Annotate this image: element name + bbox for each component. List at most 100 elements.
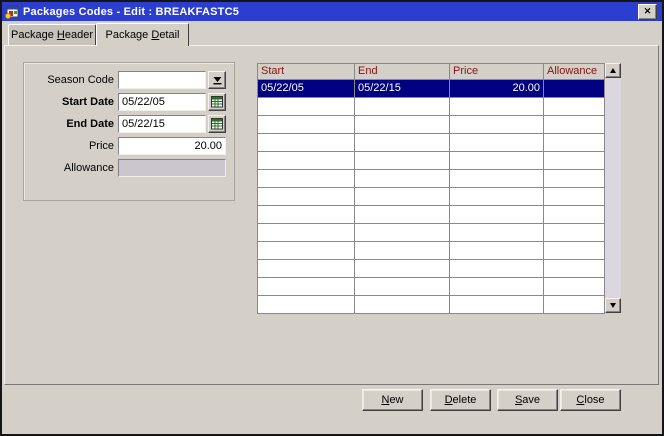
packages-codes-window: Packages Codes - Edit : BREAKFASTC5 ✕ Pa… <box>0 0 664 436</box>
grid-row[interactable]: 05/22/0505/22/1520.00 <box>258 80 605 98</box>
tab-package-header[interactable]: Package Header <box>8 24 96 45</box>
save-button[interactable]: Save <box>497 389 558 411</box>
grid-cell[interactable] <box>544 242 605 260</box>
calendar-icon <box>211 118 223 130</box>
allowance-input <box>118 159 226 177</box>
grid-cell[interactable] <box>355 98 450 116</box>
grid-cell[interactable] <box>450 152 544 170</box>
grid-cell[interactable] <box>544 278 605 296</box>
grid-cell[interactable] <box>258 224 355 242</box>
grid-cell[interactable] <box>450 116 544 134</box>
grid-cell[interactable] <box>258 206 355 224</box>
grid-cell[interactable] <box>355 170 450 188</box>
grid-cell[interactable] <box>450 206 544 224</box>
close-window-button[interactable]: Close <box>560 389 621 411</box>
calendar-icon <box>211 96 223 108</box>
dropdown-arrow-icon <box>213 75 222 85</box>
grid-row[interactable] <box>258 260 605 278</box>
allowance-label: Allowance <box>29 159 114 177</box>
grid-row[interactable] <box>258 242 605 260</box>
scrollbar-track[interactable] <box>605 63 621 313</box>
grid-row[interactable] <box>258 98 605 116</box>
grid-cell[interactable] <box>544 116 605 134</box>
grid-cell[interactable] <box>544 296 605 314</box>
delete-button[interactable]: Delete <box>430 389 491 411</box>
grid-cell[interactable] <box>450 224 544 242</box>
grid-cell[interactable] <box>544 98 605 116</box>
grid-cell[interactable] <box>258 260 355 278</box>
grid-row[interactable] <box>258 278 605 296</box>
grid-cell[interactable] <box>355 296 450 314</box>
grid-row[interactable] <box>258 134 605 152</box>
app-icon <box>5 5 19 19</box>
grid-cell[interactable] <box>355 278 450 296</box>
grid-cell[interactable] <box>450 260 544 278</box>
grid-cell[interactable]: 20.00 <box>450 80 544 98</box>
scroll-up-button[interactable] <box>605 63 621 78</box>
grid-cell[interactable] <box>258 278 355 296</box>
grid-cell[interactable] <box>355 224 450 242</box>
grid-cell[interactable] <box>258 242 355 260</box>
tab-package-detail[interactable]: Package Detail <box>96 23 189 46</box>
grid-cell[interactable] <box>258 152 355 170</box>
grid-cell[interactable] <box>258 98 355 116</box>
grid-cell[interactable] <box>258 116 355 134</box>
grid-cell[interactable] <box>258 134 355 152</box>
arrow-down-icon <box>610 303 616 308</box>
season-code-lov-button[interactable] <box>208 71 226 89</box>
grid-cell[interactable] <box>544 170 605 188</box>
grid-row[interactable] <box>258 170 605 188</box>
grid-header-cell: Start <box>258 64 355 80</box>
end-date-calendar-button[interactable] <box>208 115 226 133</box>
grid-cell[interactable] <box>355 242 450 260</box>
grid-cell[interactable] <box>258 188 355 206</box>
new-button-label: New <box>381 394 403 406</box>
grid-cell[interactable] <box>544 152 605 170</box>
grid-cell[interactable] <box>355 134 450 152</box>
grid-row[interactable] <box>258 188 605 206</box>
grid-cell[interactable]: 05/22/15 <box>355 80 450 98</box>
grid-row[interactable] <box>258 296 605 314</box>
grid-row[interactable] <box>258 224 605 242</box>
grid-cell[interactable] <box>544 260 605 278</box>
window-title: Packages Codes - Edit : BREAKFASTC5 <box>23 6 239 18</box>
grid-cell[interactable] <box>355 206 450 224</box>
grid-cell[interactable] <box>544 134 605 152</box>
grid-cell[interactable] <box>544 206 605 224</box>
grid-cell[interactable] <box>450 296 544 314</box>
start-date-input[interactable] <box>118 93 206 111</box>
grid-cell[interactable] <box>258 170 355 188</box>
grid-cell[interactable] <box>355 152 450 170</box>
new-button[interactable]: New <box>362 389 423 411</box>
package-detail-panel: Season Code Start Date End Date <box>4 45 659 385</box>
close-button[interactable]: ✕ <box>638 4 657 20</box>
start-date-calendar-button[interactable] <box>208 93 226 111</box>
detail-grid: StartEndPriceAllowance05/22/0505/22/1520… <box>257 63 605 314</box>
grid-cell[interactable] <box>450 98 544 116</box>
grid-cell[interactable] <box>450 242 544 260</box>
grid-row[interactable] <box>258 206 605 224</box>
grid-cell[interactable]: 05/22/05 <box>258 80 355 98</box>
end-date-input[interactable] <box>118 115 206 133</box>
titlebar: Packages Codes - Edit : BREAKFASTC5 ✕ <box>2 2 662 21</box>
grid-cell[interactable] <box>450 170 544 188</box>
grid-cell[interactable] <box>258 296 355 314</box>
grid-header-cell: Allowance <box>544 64 605 80</box>
grid-cell[interactable] <box>544 80 605 98</box>
grid-cell[interactable] <box>544 188 605 206</box>
grid-header-cell: End <box>355 64 450 80</box>
grid-row[interactable] <box>258 152 605 170</box>
scroll-down-button[interactable] <box>605 298 621 313</box>
grid-cell[interactable] <box>450 278 544 296</box>
price-input[interactable] <box>118 137 226 155</box>
season-code-input[interactable] <box>118 71 206 89</box>
grid-row[interactable] <box>258 116 605 134</box>
grid-cell[interactable] <box>450 188 544 206</box>
grid-cell[interactable] <box>355 116 450 134</box>
grid-cell[interactable] <box>355 188 450 206</box>
grid-cell[interactable] <box>355 260 450 278</box>
grid-cell[interactable] <box>450 134 544 152</box>
tab-package-detail-label: Package Detail <box>105 29 179 41</box>
season-code-label: Season Code <box>29 71 114 89</box>
grid-cell[interactable] <box>544 224 605 242</box>
